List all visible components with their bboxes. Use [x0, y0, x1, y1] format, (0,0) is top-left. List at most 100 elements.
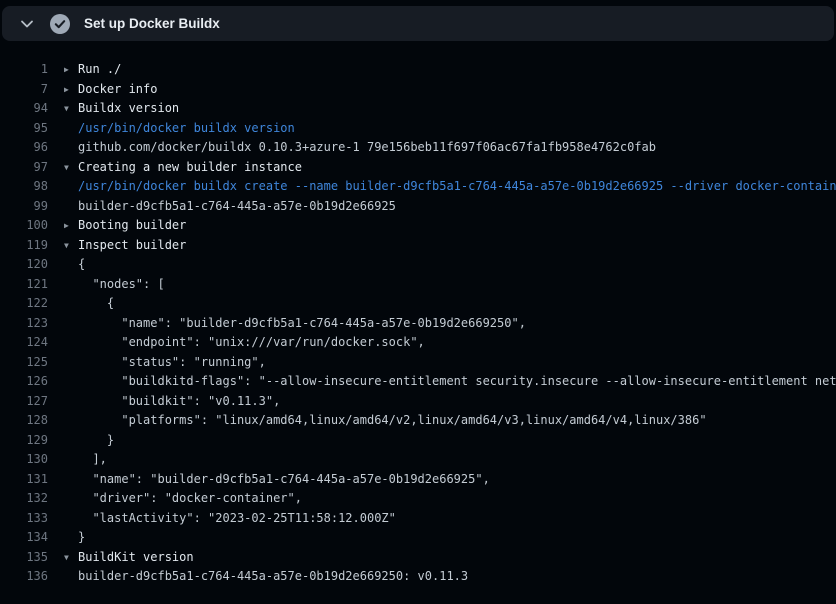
log-line: 120 { — [0, 255, 836, 275]
check-circle-icon — [50, 14, 70, 34]
log-text: "lastActivity": "2023-02-25T11:58:12.000… — [78, 509, 396, 529]
triangle-down-icon[interactable]: ▼ — [64, 158, 78, 178]
line-number[interactable]: 94 — [0, 99, 48, 119]
log-line: 96 github.com/docker/buildx 0.10.3+azure-… — [0, 138, 836, 158]
log-text: "driver": "docker-container", — [78, 489, 302, 509]
log-line: 128 "platforms": "linux/amd64,linux/amd6… — [0, 411, 836, 431]
log-line: 121 "nodes": [ — [0, 275, 836, 295]
log-text: "name": "builder-d9cfb5a1-c764-445a-a57e… — [78, 470, 490, 490]
indent-spacer — [64, 489, 78, 509]
log-text: "platforms": "linux/amd64,linux/amd64/v2… — [78, 411, 707, 431]
line-number[interactable]: 125 — [0, 353, 48, 373]
log-line: 129 } — [0, 431, 836, 451]
triangle-right-icon[interactable]: ▶ — [64, 60, 78, 80]
log-line: 100 ▶Booting builder — [0, 216, 836, 236]
line-number[interactable]: 121 — [0, 275, 48, 295]
indent-spacer — [64, 353, 78, 373]
line-number[interactable]: 98 — [0, 177, 48, 197]
log-text: Buildx version — [78, 99, 179, 119]
log-text: "status": "running", — [78, 353, 266, 373]
log-line: 97▼Creating a new builder instance — [0, 158, 836, 178]
log-line: 125 "status": "running", — [0, 353, 836, 373]
triangle-down-icon[interactable]: ▼ — [64, 548, 78, 568]
log-line: 122 { — [0, 294, 836, 314]
indent-spacer — [64, 314, 78, 334]
indent-spacer — [64, 119, 78, 139]
line-number[interactable]: 131 — [0, 470, 48, 490]
indent-spacer — [64, 333, 78, 353]
log-line: 133 "lastActivity": "2023-02-25T11:58:12… — [0, 509, 836, 529]
line-number[interactable]: 127 — [0, 392, 48, 412]
indent-spacer — [64, 138, 78, 158]
line-number[interactable]: 134 — [0, 528, 48, 548]
line-number[interactable]: 119 — [0, 236, 48, 256]
log-text: Booting builder — [78, 216, 186, 236]
log-line: 127 "buildkit": "v0.11.3", — [0, 392, 836, 412]
log-text: } — [78, 528, 85, 548]
indent-spacer — [64, 411, 78, 431]
log-text: "endpoint": "unix:///var/run/docker.sock… — [78, 333, 425, 353]
line-number[interactable]: 136 — [0, 567, 48, 587]
log-text: /usr/bin/docker buildx version — [78, 119, 295, 139]
line-number[interactable]: 95 — [0, 119, 48, 139]
log-lines: 1▶Run ./7▶Docker info94▼Buildx version95… — [0, 60, 836, 587]
log-text: Run ./ — [78, 60, 121, 80]
line-number[interactable]: 100 — [0, 216, 48, 236]
line-number[interactable]: 123 — [0, 314, 48, 334]
step-header[interactable]: Set up Docker Buildx — [2, 6, 834, 41]
indent-spacer — [64, 509, 78, 529]
log-text: "buildkitd-flags": "--allow-insecure-ent… — [78, 372, 836, 392]
triangle-down-icon[interactable]: ▼ — [64, 236, 78, 256]
line-number[interactable]: 135 — [0, 548, 48, 568]
log-line: 126 "buildkitd-flags": "--allow-insecure… — [0, 372, 836, 392]
triangle-right-icon[interactable]: ▶ — [64, 80, 78, 100]
line-number[interactable]: 130 — [0, 450, 48, 470]
indent-spacer — [64, 294, 78, 314]
log-line: 95/usr/bin/docker buildx version — [0, 119, 836, 139]
log-text: github.com/docker/buildx 0.10.3+azure-1 … — [78, 138, 656, 158]
indent-spacer — [64, 528, 78, 548]
log-text: Inspect builder — [78, 236, 186, 256]
line-number[interactable]: 1 — [0, 60, 48, 80]
log-line: 119 ▼Inspect builder — [0, 236, 836, 256]
log-text: { — [78, 255, 85, 275]
log-text: "name": "builder-d9cfb5a1-c764-445a-a57e… — [78, 314, 526, 334]
line-number[interactable]: 128 — [0, 411, 48, 431]
line-number[interactable]: 133 — [0, 509, 48, 529]
line-number[interactable]: 126 — [0, 372, 48, 392]
line-number[interactable]: 96 — [0, 138, 48, 158]
line-number[interactable]: 124 — [0, 333, 48, 353]
line-number[interactable]: 97 — [0, 158, 48, 178]
indent-spacer — [64, 431, 78, 451]
log-line: 1 ▶Run ./ — [0, 60, 836, 80]
triangle-down-icon[interactable]: ▼ — [64, 99, 78, 119]
triangle-right-icon[interactable]: ▶ — [64, 216, 78, 236]
indent-spacer — [64, 392, 78, 412]
chevron-down-icon[interactable] — [19, 16, 35, 32]
line-number[interactable]: 99 — [0, 197, 48, 217]
line-number[interactable]: 129 — [0, 431, 48, 451]
line-number[interactable]: 7 — [0, 80, 48, 100]
log-text: builder-d9cfb5a1-c764-445a-a57e-0b19d2e6… — [78, 197, 396, 217]
log-text: } — [78, 431, 114, 451]
log-line: 98/usr/bin/docker buildx create --name b… — [0, 177, 836, 197]
indent-spacer — [64, 450, 78, 470]
log-text: builder-d9cfb5a1-c764-445a-a57e-0b19d2e6… — [78, 567, 468, 587]
log-line: 131 "name": "builder-d9cfb5a1-c764-445a-… — [0, 470, 836, 490]
log-text: /usr/bin/docker buildx create --name bui… — [78, 177, 836, 197]
log-text: Docker info — [78, 80, 157, 100]
step-title: Set up Docker Buildx — [84, 16, 220, 31]
log-text: ], — [78, 450, 107, 470]
log-text: "buildkit": "v0.11.3", — [78, 392, 280, 412]
log-line: 123 "name": "builder-d9cfb5a1-c764-445a-… — [0, 314, 836, 334]
log-line: 94 ▼Buildx version — [0, 99, 836, 119]
log-line: 124 "endpoint": "unix:///var/run/docker.… — [0, 333, 836, 353]
indent-spacer — [64, 197, 78, 217]
log-text: BuildKit version — [78, 548, 194, 568]
log-line: 136 builder-d9cfb5a1-c764-445a-a57e-0b19d… — [0, 567, 836, 587]
log-line: 134} — [0, 528, 836, 548]
line-number[interactable]: 120 — [0, 255, 48, 275]
log-line: 130 ], — [0, 450, 836, 470]
line-number[interactable]: 122 — [0, 294, 48, 314]
line-number[interactable]: 132 — [0, 489, 48, 509]
